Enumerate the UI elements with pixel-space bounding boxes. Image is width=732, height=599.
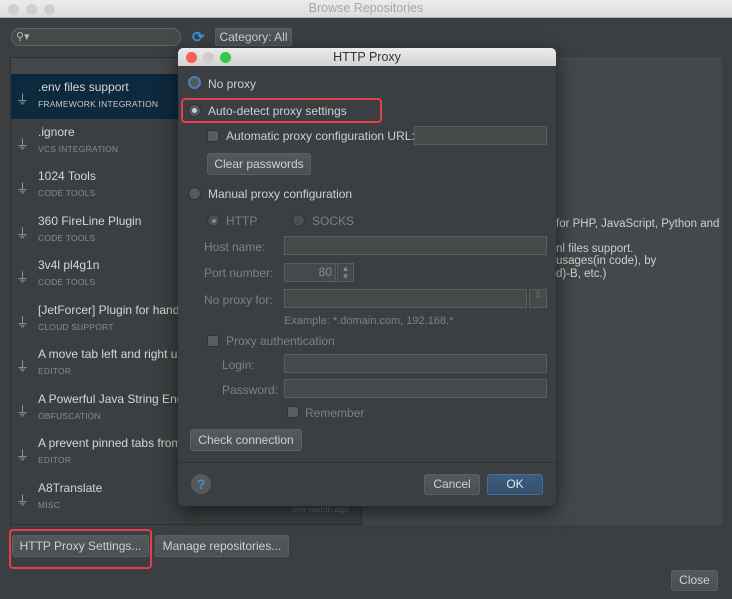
socks-label: SOCKS	[312, 214, 355, 228]
port-stepper-icon[interactable]: ▲ ▼	[337, 263, 354, 282]
socks-radio[interactable]	[292, 214, 305, 227]
plugin-icon: ⏚	[16, 136, 30, 152]
plugin-category: VCS INTEGRATION	[38, 143, 119, 154]
manual-proxy-radio[interactable]	[188, 187, 201, 200]
proxy-auth-checkbox[interactable]	[207, 335, 219, 347]
plugin-category: EDITOR	[38, 366, 72, 376]
plugin-name: 360 FireLine Plugin	[38, 213, 142, 228]
clear-passwords-button[interactable]: Clear passwords	[207, 153, 311, 175]
close-window-button[interactable]	[8, 4, 19, 15]
plugin-name: A prevent pinned tabs from c	[38, 436, 191, 450]
detail-line: d)-B, etc.)	[556, 268, 607, 280]
no-proxy-label: No proxy	[208, 77, 257, 91]
login-input[interactable]	[284, 354, 547, 373]
auto-detect-label: Auto-detect proxy settings	[208, 104, 347, 118]
dialog-minimize-button[interactable]	[203, 52, 214, 63]
check-connection-button[interactable]: Check connection	[190, 429, 302, 451]
http-proxy-dialog: HTTP Proxy No proxy Auto-detect proxy se…	[178, 48, 556, 506]
plugin-name: 1024 Tools	[38, 169, 96, 183]
plugin-name: A Powerful Java String Encr	[38, 391, 187, 406]
dialog-title: HTTP Proxy	[333, 50, 401, 64]
plugin-category: CODE TOOLS	[38, 232, 96, 243]
plugin-name: .env files support	[38, 80, 129, 94]
plugin-name: .ignore	[38, 124, 75, 139]
plugin-icon: ⏚	[16, 225, 30, 241]
dialog-titlebar: HTTP Proxy	[178, 48, 556, 66]
cancel-button[interactable]: Cancel	[424, 474, 480, 495]
host-name-input[interactable]	[284, 236, 547, 255]
no-proxy-for-label: No proxy for:	[204, 293, 273, 307]
http-radio[interactable]	[207, 214, 220, 227]
detail-line: for PHP, JavaScript, Python and	[556, 218, 720, 230]
http-proxy-settings-button[interactable]: HTTP Proxy Settings...	[12, 535, 149, 557]
http-label: HTTP	[226, 214, 258, 228]
zoom-window-button[interactable]	[44, 4, 55, 15]
auto-url-input[interactable]	[414, 126, 547, 145]
remember-label: Remember	[305, 406, 365, 420]
plugin-category: CODE TOOLS	[38, 277, 96, 287]
dialog-close-button[interactable]	[186, 52, 197, 63]
plugin-category: CODE TOOLS	[38, 188, 96, 198]
plugin-icon: ⏚	[16, 181, 30, 196]
plugin-category: MISC	[38, 499, 61, 510]
plugin-icon: ⏚	[16, 92, 30, 107]
no-proxy-for-input[interactable]	[284, 289, 527, 308]
plugin-name: A move tab left and right usi	[38, 347, 187, 361]
plugin-list-item[interactable]: ⏚A8Translate	[11, 519, 361, 524]
category-dropdown[interactable]: Category: All ▾	[215, 28, 292, 60]
plugin-icon: ⏚	[16, 492, 30, 508]
manual-proxy-label: Manual proxy configuration	[208, 187, 353, 201]
host-name-label: Host name:	[204, 240, 266, 254]
password-label: Password:	[222, 383, 279, 397]
detail-line: nl files support.	[556, 243, 634, 255]
expand-field-icon[interactable]: ⇩	[529, 289, 547, 308]
auto-url-label: Automatic proxy configuration URL:	[226, 129, 415, 143]
login-label: Login:	[222, 358, 255, 372]
plugin-name: A8Translate	[38, 480, 103, 495]
search-icon: ⚲▾	[16, 31, 30, 43]
plugin-category: CLOUD SUPPORT	[38, 321, 114, 332]
proxy-auth-label: Proxy authentication	[226, 334, 335, 348]
plugin-icon: ⏚	[16, 270, 30, 285]
plugin-icon: ⏚	[16, 314, 30, 330]
plugin-name: [JetForcer] Plugin for handy	[38, 302, 186, 317]
plugin-category: OBFUSCATION	[38, 410, 101, 421]
plugin-category: EDITOR	[38, 455, 72, 465]
plugin-icon: ⏚	[16, 359, 30, 374]
plugin-icon: ⏚	[16, 448, 30, 463]
ok-button[interactable]: OK	[487, 474, 543, 495]
auto-detect-radio[interactable]	[188, 104, 201, 117]
search-input[interactable]: ⚲▾	[11, 28, 181, 46]
divider	[178, 462, 556, 463]
manage-repositories-button[interactable]: Manage repositories...	[155, 535, 289, 557]
no-proxy-radio[interactable]	[188, 76, 201, 89]
port-number-input[interactable]: 80	[284, 263, 336, 282]
password-input[interactable]	[284, 379, 547, 398]
refresh-icon[interactable]: ⟳	[192, 28, 205, 46]
window-title: Browse Repositories	[308, 1, 424, 15]
detail-line: usages(in code), by	[556, 255, 657, 267]
window-titlebar: Browse Repositories	[0, 0, 732, 18]
example-hint: Example: *.domain.com, 192.168.*	[284, 315, 454, 327]
remember-checkbox[interactable]	[287, 406, 299, 418]
port-number-label: Port number:	[204, 266, 274, 280]
plugin-name: 3v4l pl4g1n	[38, 258, 100, 272]
close-button[interactable]: Close	[671, 570, 718, 591]
plugin-category: FRAMEWORK INTEGRATION	[38, 99, 159, 109]
auto-url-checkbox[interactable]	[207, 130, 219, 142]
dialog-zoom-button[interactable]	[220, 52, 231, 63]
plugin-icon: ⏚	[16, 403, 30, 419]
minimize-window-button[interactable]	[26, 4, 37, 15]
help-button[interactable]: ?	[191, 474, 211, 494]
